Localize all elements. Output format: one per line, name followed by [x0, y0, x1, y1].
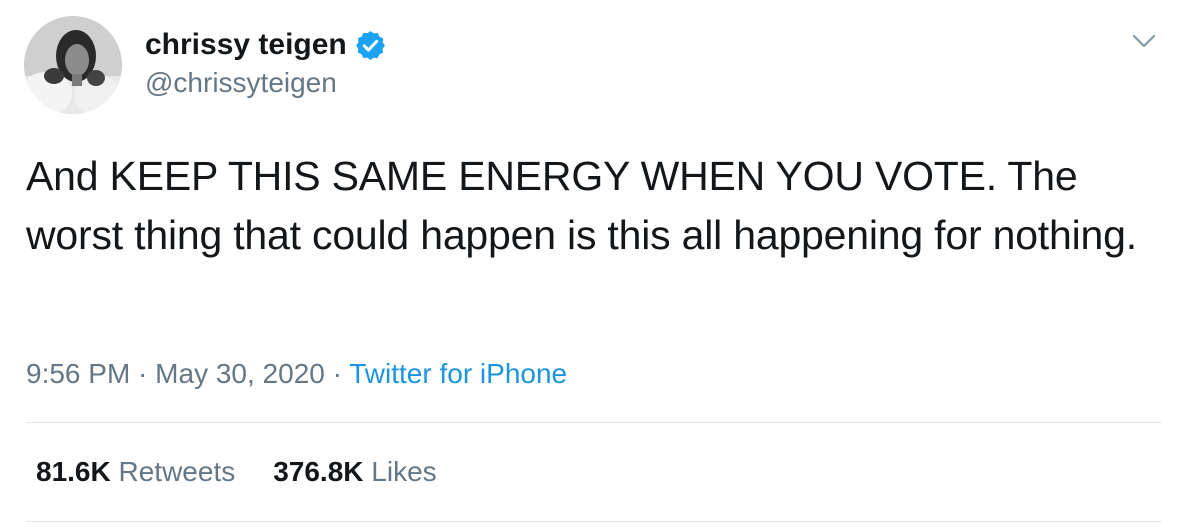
display-name[interactable]: chrissy teigen [145, 27, 347, 63]
tweet-text: And KEEP THIS SAME ENERGY WHEN YOU VOTE.… [26, 153, 1137, 258]
tweet-date[interactable]: May 30, 2020 [155, 358, 325, 389]
likes-count: 376.8K [273, 456, 364, 487]
likes-stat[interactable]: 376.8K Likes [273, 452, 436, 492]
tweet-time[interactable]: 9:56 PM [26, 358, 130, 389]
retweets-stat[interactable]: 81.6K Retweets [36, 452, 235, 492]
tweet-meta: 9:56 PM · May 30, 2020 · Twitter for iPh… [26, 354, 567, 394]
chevron-down-icon[interactable] [1130, 30, 1158, 52]
tweet-source-link[interactable]: Twitter for iPhone [349, 358, 567, 389]
divider [26, 422, 1162, 423]
likes-label: Likes [371, 456, 437, 487]
retweets-count: 81.6K [36, 456, 111, 487]
meta-separator: · [324, 358, 350, 389]
tweet-card: chrissy teigen @chrissyteigen And KEEP T… [0, 0, 1194, 530]
retweets-label: Retweets [118, 456, 236, 487]
avatar[interactable] [24, 16, 122, 114]
user-handle[interactable]: @chrissyteigen [145, 66, 337, 100]
avatar-image [24, 16, 122, 114]
tweet-stats: 81.6K Retweets 376.8K Likes [36, 452, 475, 492]
meta-separator: · [130, 358, 156, 389]
divider [26, 521, 1162, 522]
verified-badge-icon [356, 31, 385, 60]
